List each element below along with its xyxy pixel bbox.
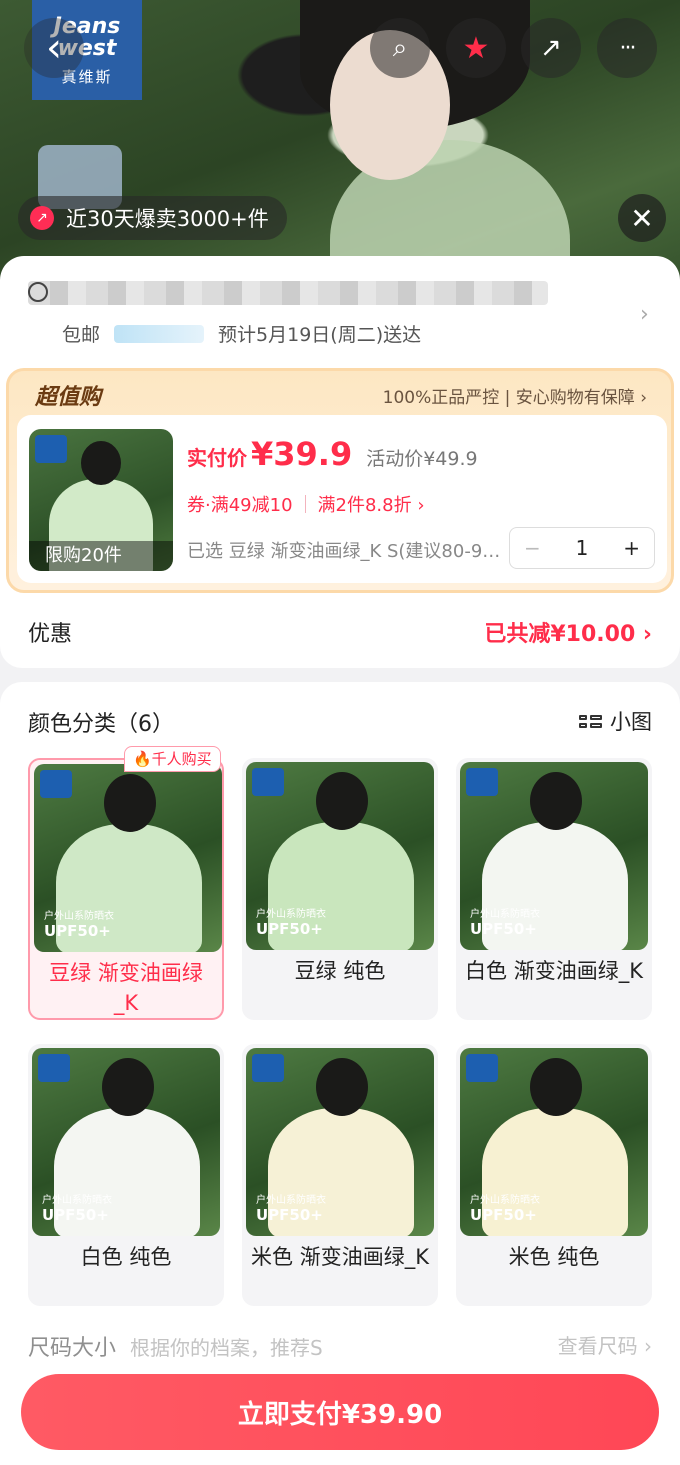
size-hint: 根据你的档案，推荐S (130, 1336, 323, 1360)
final-price: ¥39.9 (251, 435, 353, 473)
share-button[interactable]: ↗ (521, 18, 581, 78)
search-icon: ⌕ (392, 32, 408, 63)
price-row: 实付价 ¥39.9 活动价¥49.9 (187, 435, 478, 473)
favorite-button[interactable]: ★ (446, 18, 506, 78)
color-option-label: 白色 渐变油画绿_K (465, 959, 643, 983)
purchase-sheet: 包邮 预计5月19日(周二)送达 › 超值购 100%正品严控 | 安心购物有保… (0, 256, 680, 668)
multi-buy-discount: 满2件8.8折 › (317, 495, 425, 516)
size-label: 尺码大小 (28, 1336, 117, 1361)
super-deal-title: 超值购 (35, 385, 102, 410)
location-icon (28, 282, 48, 302)
color-option[interactable]: 户外山系防晒衣 UPF50+ 白色 纯色 (28, 1044, 224, 1306)
decrement-button[interactable]: − (524, 536, 541, 560)
color-option[interactable]: 户外山系防晒衣 UPF50+ 米色 纯色 (456, 1044, 652, 1306)
brand-mini-logo (35, 435, 67, 463)
color-option-label: 豆绿 纯色 (294, 959, 386, 983)
close-icon: ✕ (630, 201, 654, 235)
more-icon: ··· (619, 35, 637, 61)
color-grid: 户外山系防晒衣 UPF50+ 🔥千人购买 豆绿 渐变油画绿_K 户外山系防晒衣 UP… (28, 746, 652, 1306)
color-option-image: 户外山系防晒衣 UPF50+ (460, 1048, 648, 1236)
activity-price: 活动价¥49.9 (366, 448, 478, 470)
brand-mini-logo (466, 768, 498, 796)
coupon-threshold: 券·满49减10 (187, 495, 293, 516)
share-icon: ↗ (540, 33, 562, 63)
discount-label: 优惠 (28, 622, 73, 647)
pay-now-button[interactable]: 立即支付¥39.90 (21, 1374, 659, 1450)
color-option[interactable]: 户外山系防晒衣 UPF50+ 米色 渐变油画绿_K (242, 1044, 438, 1306)
upf-label: 户外山系防晒衣 UPF50+ (42, 1195, 112, 1224)
model-head (102, 1058, 154, 1116)
color-option-image: 户外山系防晒衣 UPF50+ (460, 762, 648, 950)
model-head (81, 441, 121, 485)
quantity-value[interactable]: 1 (576, 536, 589, 560)
model-head (316, 772, 368, 830)
free-shipping-label: 包邮 (62, 324, 101, 346)
back-button[interactable]: ‹ (24, 18, 84, 78)
sales-badge: ↗ 近30天爆卖3000+件 (18, 196, 287, 240)
size-chart-link[interactable]: 查看尺码 › (558, 1330, 652, 1359)
upf-label: 户外山系防晒衣 UPF50+ (44, 911, 114, 940)
purchase-limit: 限购20件 (29, 541, 173, 571)
search-button[interactable]: ⌕ (370, 18, 430, 78)
brand-mini-logo (252, 768, 284, 796)
color-option-label: 米色 纯色 (508, 1245, 600, 1269)
size-row[interactable]: 尺码大小 根据你的档案，推荐S (28, 1330, 323, 1362)
address-redacted[interactable] (28, 281, 548, 305)
back-icon: ‹ (46, 25, 62, 71)
color-option[interactable]: 户外山系防晒衣 UPF50+ 白色 渐变油画绿_K (456, 758, 652, 1020)
model-head (530, 772, 582, 830)
upf-label: 户外山系防晒衣 UPF50+ (256, 909, 326, 938)
color-option[interactable]: 户外山系防晒衣 UPF50+ 🔥千人购买 豆绿 渐变油画绿_K (28, 746, 224, 1020)
brand-mini-logo (38, 1054, 70, 1082)
more-button[interactable]: ··· (597, 18, 657, 78)
hot-badge: 🔥千人购买 (124, 746, 221, 772)
upf-label: 户外山系防晒衣 UPF50+ (256, 1195, 326, 1224)
color-option-label: 米色 渐变油画绿_K (251, 1245, 429, 1269)
bottom-bar: 立即支付¥39.90 (0, 1360, 680, 1465)
brand-mini-logo (40, 770, 72, 798)
discount-total[interactable]: 已共减¥10.00 › (484, 616, 652, 648)
brand-mini-logo (252, 1054, 284, 1082)
color-option[interactable]: 户外山系防晒衣 UPF50+ 豆绿 纯色 (242, 758, 438, 1020)
color-section: 颜色分类（6） 小图 户外山系防晒衣 UPF50+ 🔥千人购买 豆绿 渐变油画绿_… (0, 682, 680, 1382)
shipping-info: 包邮 预计5月19日(周二)送达 (62, 320, 421, 347)
color-option-label: 豆绿 渐变油画绿_K (49, 961, 203, 1015)
divider (304, 495, 306, 513)
sku-card: 限购20件 实付价 ¥39.9 活动价¥49.9 券·满49减10 满2件8.8… (17, 415, 667, 583)
color-option-image: 户外山系防晒衣 UPF50+ (32, 1048, 220, 1236)
color-section-title: 颜色分类（6） (28, 712, 174, 737)
final-price-label: 实付价 (187, 446, 247, 470)
chevron-right-icon[interactable]: › (640, 302, 649, 327)
increment-button[interactable]: + (623, 536, 640, 560)
sales-text: 近30天爆卖3000+件 (66, 207, 269, 231)
selected-sku: 已选 豆绿 渐变油画绿_K S(建议80-95斤) (187, 541, 505, 562)
brand-mini-logo (466, 1054, 498, 1082)
sku-thumbnail: 限购20件 (29, 429, 173, 571)
list-grid-icon (579, 714, 602, 728)
close-button[interactable]: ✕ (618, 194, 666, 242)
trend-icon: ↗ (30, 206, 54, 230)
color-option-image: 户外山系防晒衣 UPF50+ (246, 762, 434, 950)
redacted-location (114, 324, 205, 343)
upf-label: 户外山系防晒衣 UPF50+ (470, 909, 540, 938)
coupon-row[interactable]: 券·满49减10 满2件8.8折 › (187, 491, 425, 517)
delivery-eta: 预计5月19日(周二)送达 (218, 324, 422, 346)
color-option-image: 户外山系防晒衣 UPF50+ (246, 1048, 434, 1236)
guarantee-link[interactable]: 100%正品严控 | 安心购物有保障 › (383, 383, 647, 408)
super-deal-panel: 超值购 100%正品严控 | 安心购物有保障 › 限购20件 实付价 ¥39.9… (6, 368, 674, 593)
upf-label: 户外山系防晒衣 UPF50+ (470, 1195, 540, 1224)
color-option-label: 白色 纯色 (80, 1245, 172, 1269)
view-toggle-label: 小图 (610, 710, 652, 734)
view-toggle[interactable]: 小图 (579, 706, 652, 736)
color-option-image: 户外山系防晒衣 UPF50+ (34, 764, 222, 952)
model-head (530, 1058, 582, 1116)
model-head (316, 1058, 368, 1116)
quantity-stepper[interactable]: − 1 + (509, 527, 655, 569)
model-head (104, 774, 156, 832)
star-icon: ★ (462, 30, 490, 66)
